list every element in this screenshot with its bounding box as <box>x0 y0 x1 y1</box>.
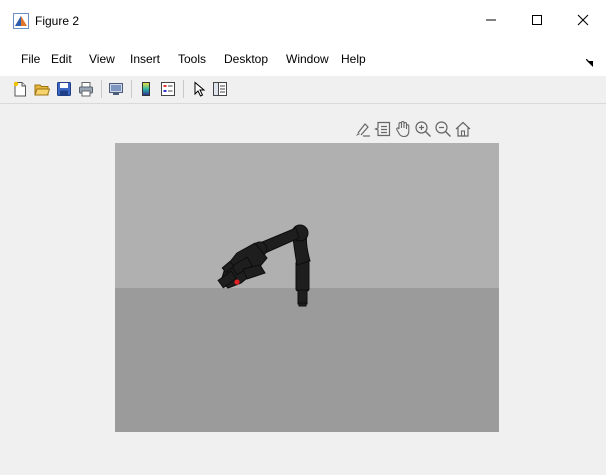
close-icon <box>577 14 589 26</box>
end-effector-marker <box>234 279 240 285</box>
print-figure-icon[interactable] <box>78 81 94 97</box>
property-inspector-icon[interactable] <box>212 81 228 97</box>
restore-view-icon[interactable] <box>454 120 472 138</box>
save-figure-icon[interactable] <box>56 81 72 97</box>
menu-view[interactable]: View <box>89 52 115 66</box>
robot-arm-model <box>217 224 311 307</box>
insert-legend-icon[interactable] <box>160 81 176 97</box>
menu-window[interactable]: Window <box>286 52 329 66</box>
window-title: Figure 2 <box>35 14 80 28</box>
data-tips-icon[interactable] <box>374 120 392 138</box>
open-file-icon[interactable] <box>34 81 50 97</box>
toolbar-separator <box>131 80 132 98</box>
matlab-figure-icon <box>13 13 29 29</box>
menu-bar: File Edit View Insert Tools Desktop Wind… <box>0 40 606 76</box>
link-plot-icon[interactable] <box>108 81 124 97</box>
menu-help[interactable]: Help <box>341 52 366 66</box>
minimize-button[interactable] <box>468 0 514 40</box>
zoom-in-icon[interactable] <box>414 120 432 138</box>
title-bar: Figure 2 <box>0 0 606 40</box>
figure-toolbar <box>0 76 606 102</box>
menu-insert[interactable]: Insert <box>130 52 160 66</box>
pan-hand-icon[interactable] <box>394 120 412 138</box>
brush-icon[interactable] <box>354 120 372 138</box>
menu-file[interactable]: File <box>21 52 40 66</box>
maximize-icon <box>532 15 542 25</box>
toolbar-separator <box>183 80 184 98</box>
toolbar-divider <box>0 103 606 104</box>
maximize-button[interactable] <box>514 0 560 40</box>
insert-colorbar-icon[interactable] <box>138 81 154 97</box>
zoom-out-icon[interactable] <box>434 120 452 138</box>
edit-plot-icon[interactable] <box>192 81 208 97</box>
new-figure-icon[interactable] <box>12 81 28 97</box>
menu-desktop[interactable]: Desktop <box>224 52 268 66</box>
minimize-icon <box>486 19 496 21</box>
menu-edit[interactable]: Edit <box>51 52 72 66</box>
dock-arrow-icon[interactable] <box>585 56 594 70</box>
toolbar-separator <box>101 80 102 98</box>
menu-tools[interactable]: Tools <box>178 52 206 66</box>
close-button[interactable] <box>560 0 606 40</box>
axes-3d-scene[interactable] <box>115 143 499 432</box>
